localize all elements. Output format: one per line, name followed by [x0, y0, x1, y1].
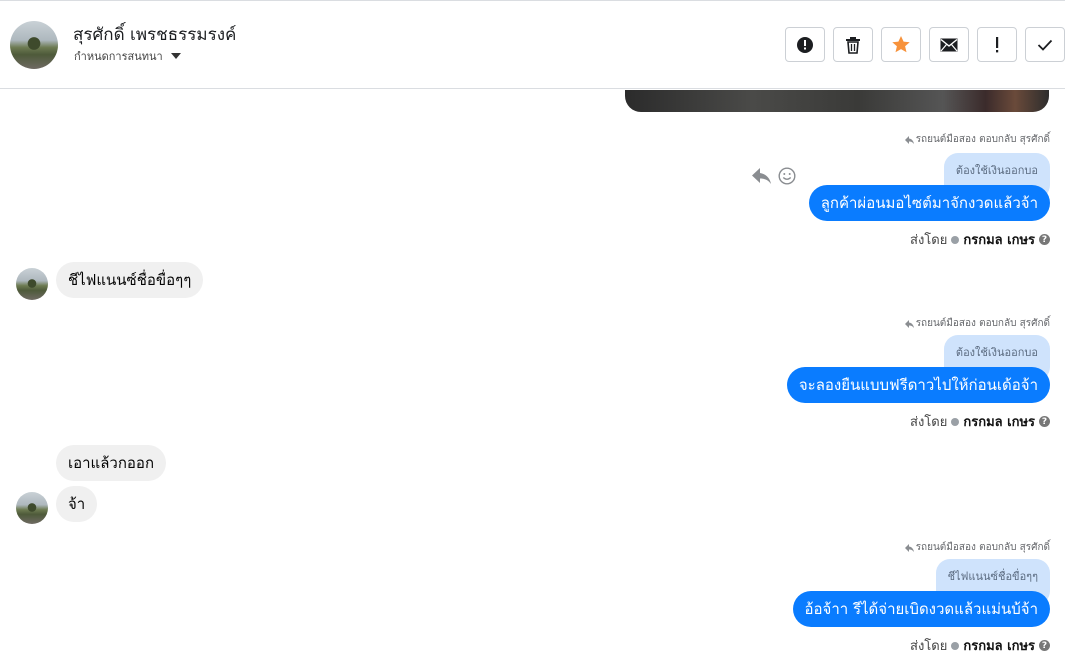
contact-name[interactable]: สุรศักดิ์ เพรชธรรมรงค์	[73, 21, 236, 48]
outgoing-message-text: จะลองยืนแบบฟรีดาวไปให้ก่อนเด้อจ้า	[798, 376, 1038, 394]
check-icon	[1037, 39, 1053, 51]
conversation-settings-dropdown[interactable]: กำหนดการสนทนา	[74, 47, 181, 65]
replied-message-text: ต้องใช้เงินออกบอ	[955, 346, 1038, 359]
reply-meta: รถยนต์มือสอง ตอบกลับ สุรศักดิ์	[904, 132, 1050, 147]
caret-down-icon	[170, 53, 181, 59]
reply-icon[interactable]	[752, 167, 772, 185]
contact-avatar-small[interactable]	[16, 268, 48, 300]
mail-icon	[940, 38, 958, 51]
delete-button[interactable]	[833, 27, 873, 62]
help-icon[interactable]: ?	[1039, 640, 1050, 651]
shared-photo[interactable]	[625, 90, 1049, 112]
sent-by: ส่งโดย กรกมล เกษร ?	[910, 229, 1050, 250]
incoming-message-text: จ้า	[68, 495, 86, 513]
conversation-settings-label: กำหนดการสนทนา	[74, 50, 163, 63]
sender-name[interactable]: กรกมล เกษร	[963, 635, 1035, 656]
verified-dot-icon	[951, 417, 960, 426]
report-button[interactable]	[785, 27, 825, 62]
outgoing-message-text: อ้อจ้าา รีได้จ่ายเบิดงวดแล้วแม่นบ้จ้า	[804, 600, 1038, 618]
reply-meta: รถยนต์มือสอง ตอบกลับ สุรศักดิ์	[904, 316, 1050, 331]
reply-meta: รถยนต์มือสอง ตอบกลับ สุรศักดิ์	[904, 540, 1050, 555]
conversation-header: สุรศักดิ์ เพรชธรรมรงค์ กำหนดการสนทนา	[0, 0, 1065, 89]
verified-dot-icon	[951, 235, 960, 244]
reply-arrow-icon	[904, 319, 914, 328]
star-icon	[892, 36, 910, 53]
incoming-message[interactable]: เอาแล้วกออก	[56, 445, 167, 481]
sender-name[interactable]: กรกมล เกษร	[963, 229, 1035, 250]
outgoing-message[interactable]: ลูกค้าผ่อนมอไซต์มาจักงวดแล้วจ้า	[808, 185, 1050, 221]
outgoing-message-text: ลูกค้าผ่อนมอไซต์มาจักงวดแล้วจ้า	[820, 194, 1038, 212]
sent-by-label: ส่งโดย	[910, 415, 948, 430]
message-hover-actions	[752, 167, 796, 185]
mark-done-button[interactable]	[1025, 27, 1065, 62]
reply-meta-text: รถยนต์มือสอง ตอบกลับ สุรศักดิ์	[915, 318, 1050, 329]
sender-name[interactable]: กรกมล เกษร	[963, 411, 1035, 432]
reply-arrow-icon	[904, 135, 914, 144]
sent-by-label: ส่งโดย	[910, 639, 948, 654]
sent-by-label: ส่งโดย	[910, 233, 948, 248]
reply-arrow-icon	[904, 543, 914, 552]
smiley-icon[interactable]	[778, 167, 796, 185]
reply-meta-text: รถยนต์มือสอง ตอบกลับ สุรศักดิ์	[915, 542, 1050, 553]
incoming-message-text: เอาแล้วกออก	[68, 454, 155, 472]
incoming-message[interactable]: ชีไฟแนนซ์ชื่อขื่อๆๆ	[56, 262, 204, 298]
exclamation-icon	[996, 36, 999, 52]
contact-avatar-small[interactable]	[16, 492, 48, 524]
mark-important-button[interactable]	[977, 27, 1017, 62]
help-icon[interactable]: ?	[1039, 416, 1050, 427]
verified-dot-icon	[951, 641, 960, 650]
incoming-message[interactable]: จ้า	[56, 486, 98, 522]
incoming-message-text: ชีไฟแนนซ์ชื่อขื่อๆๆ	[68, 271, 192, 289]
outgoing-message[interactable]: อ้อจ้าา รีได้จ่ายเบิดงวดแล้วแม่นบ้จ้า	[792, 591, 1050, 627]
sent-by: ส่งโดย กรกมล เกษร ?	[910, 411, 1050, 432]
report-icon	[797, 36, 813, 53]
toolbar	[785, 27, 1065, 62]
help-icon[interactable]: ?	[1039, 234, 1050, 245]
contact-avatar[interactable]	[10, 21, 58, 69]
outgoing-message[interactable]: จะลองยืนแบบฟรีดาวไปให้ก่อนเด้อจ้า	[786, 367, 1050, 403]
replied-message-text: ต้องใช้เงินออกบอ	[955, 164, 1038, 177]
sent-by: ส่งโดย กรกมล เกษร ?	[910, 635, 1050, 656]
star-button[interactable]	[881, 27, 921, 62]
replied-message-text: ชีไฟแนนซ์ชื่อขื่อๆๆ	[947, 570, 1038, 583]
trash-icon	[846, 36, 860, 54]
reply-meta-text: รถยนต์มือสอง ตอบกลับ สุรศักดิ์	[915, 134, 1050, 145]
mail-button[interactable]	[929, 27, 969, 62]
